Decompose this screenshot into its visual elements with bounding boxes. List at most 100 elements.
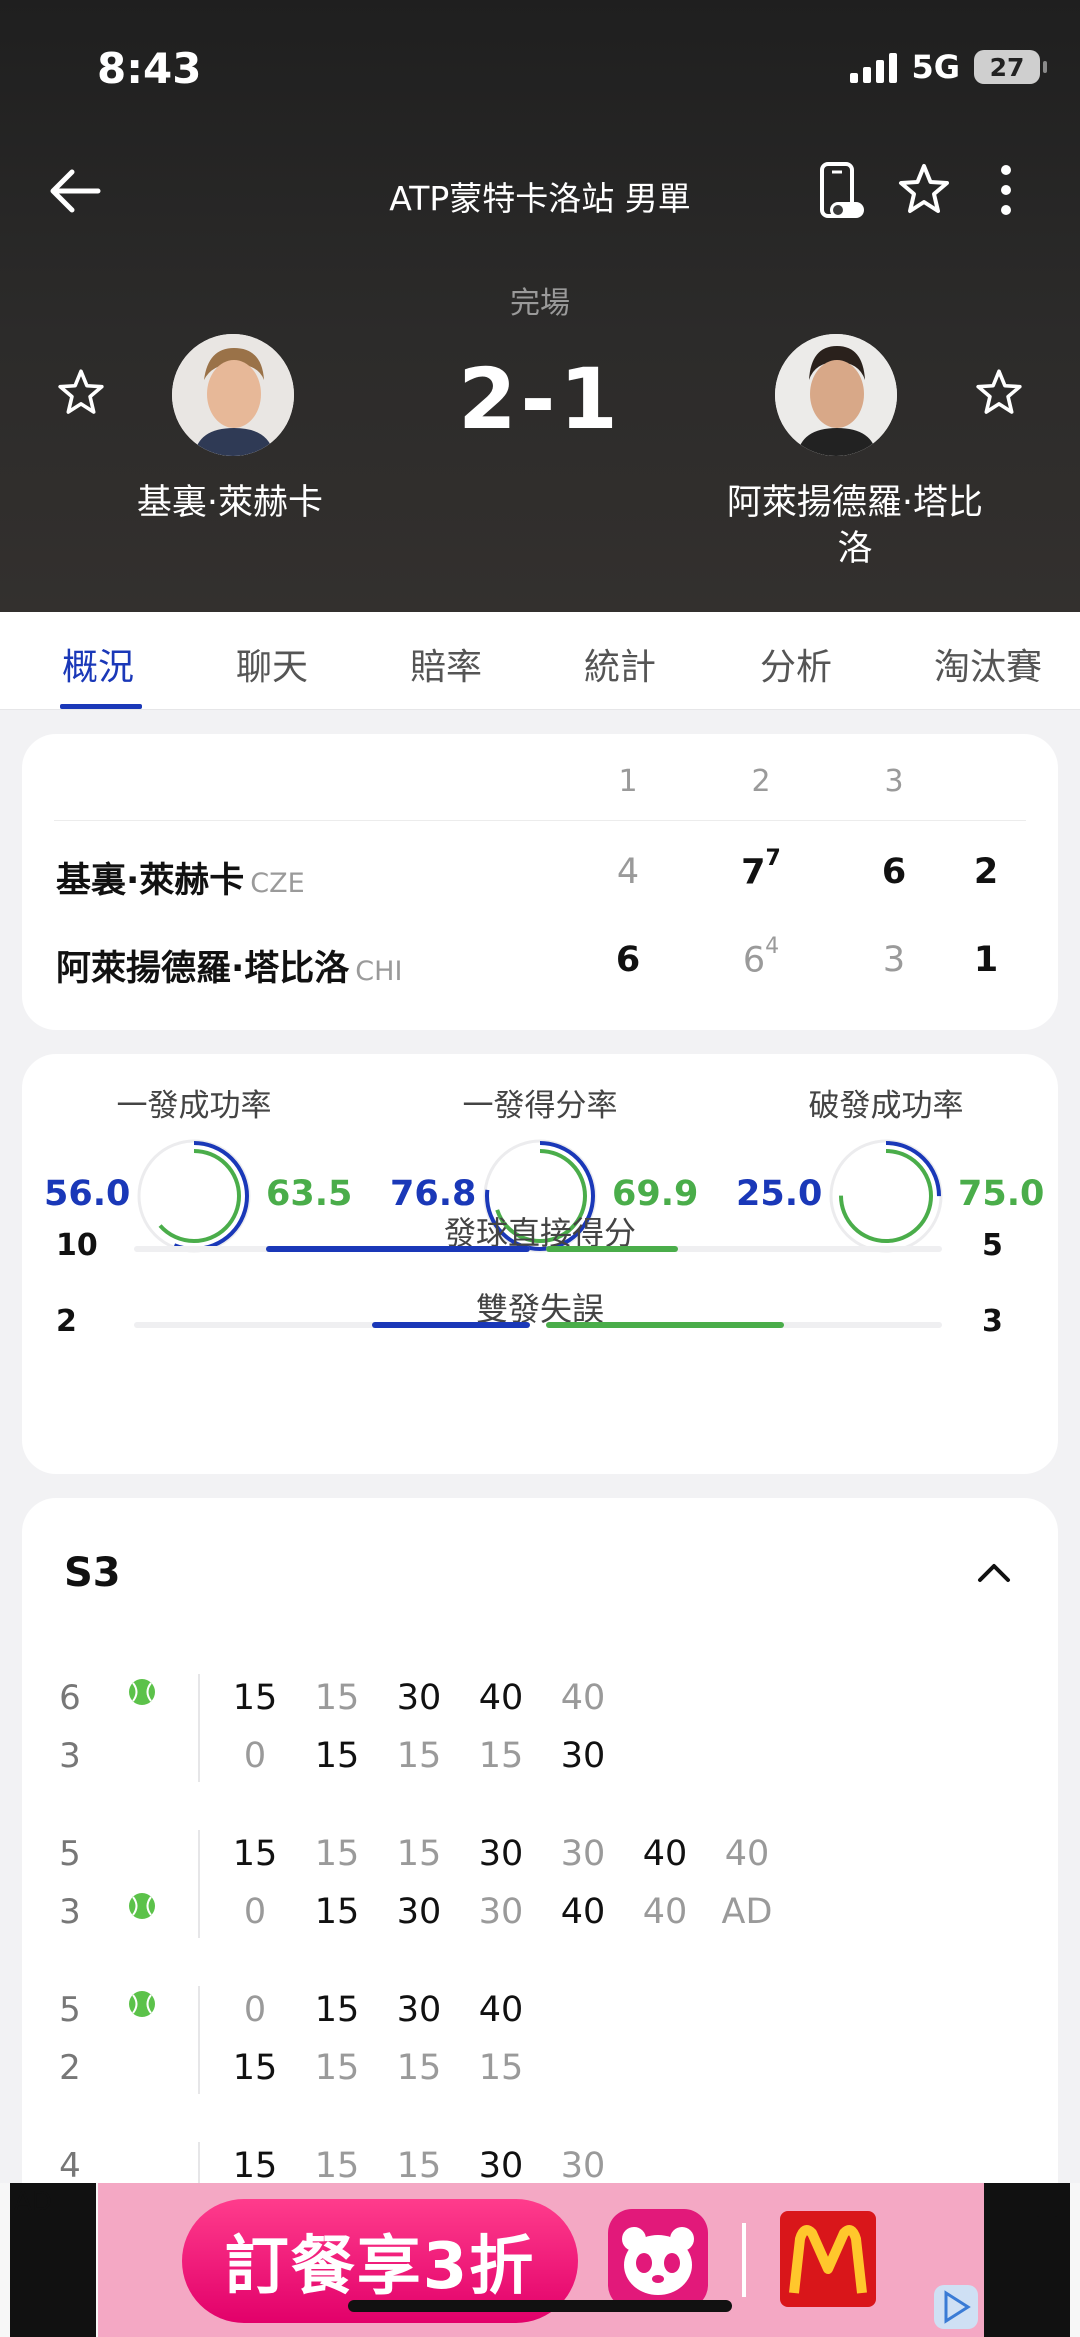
player1-name[interactable]: 基裏·萊赫卡 [100,480,360,526]
bar-value-player1: 2 [56,1304,77,1339]
point-score: 15 [396,2048,442,2088]
point-score: 15 [232,2048,278,2088]
set-score: 3 [882,940,906,980]
games-count: 3 [59,1736,81,1776]
mcdonalds-logo-icon [780,2211,876,2307]
divider [54,820,1026,821]
tab-stats[interactable]: 統計 [584,638,656,690]
player-photo-icon [775,334,897,456]
ad-choices-icon[interactable] [934,2285,978,2329]
tab-odds[interactable]: 賠率 [410,638,482,690]
player1-avatar[interactable] [172,334,294,456]
set-score: 77 [741,846,781,893]
match-status: 完場 [510,286,570,321]
favorite-player1-button[interactable] [52,364,110,422]
collapse-button[interactable] [974,1556,1014,1586]
set-header-1: 1 [618,764,638,799]
tab-analysis[interactable]: 分析 [760,638,832,690]
tab-overview[interactable]: 概況 [62,638,134,690]
stat-title: 一發得分率 [462,1088,618,1124]
foodpanda-logo-icon [608,2209,708,2309]
point-score: 15 [314,1892,360,1932]
home-indicator [348,2300,732,2312]
point-score: 15 [478,2048,524,2088]
phone-toggle-icon [820,162,864,218]
point-score: 40 [560,1892,606,1932]
tab-chat[interactable]: 聊天 [236,638,308,690]
ad-banner[interactable]: 訂餐享3折 AD [0,2183,1080,2337]
ad-separator [742,2223,746,2297]
point-score: 40 [642,1892,688,1932]
chevron-up-icon [978,1564,1010,1582]
signal-icon [850,51,898,83]
point-score: 30 [478,1892,524,1932]
point-score: 15 [314,1678,360,1718]
tab-knockout[interactable]: 淘汰賽 [934,638,1042,690]
point-score: 40 [478,1990,524,2030]
point-score: AD [721,1892,773,1932]
favorite-player2-button[interactable] [970,364,1028,422]
point-score: 15 [314,1736,360,1776]
set-header-3: 3 [884,764,904,799]
player-name: 阿萊揚德羅·塔比洛 [56,949,350,989]
point-score: 0 [243,1990,267,2030]
point-score: 40 [642,1834,688,1874]
point-score: 15 [478,1736,524,1776]
phone-toggle-button[interactable] [808,158,872,222]
point-score: 30 [560,1834,606,1874]
star-icon [976,369,1022,414]
game-row: 6 15 15 30 40 40 [22,1678,1058,1728]
total-sets: 2 [973,852,999,892]
point-score: 15 [232,2146,278,2186]
game-row: 5 0 15 30 40 [22,1990,1058,2040]
point-score: 15 [314,1990,360,2030]
point-score: 30 [478,1834,524,1874]
set-title: S3 [64,1550,121,1596]
point-score: 15 [314,1834,360,1874]
games-count: 4 [59,2146,81,2186]
battery-icon: 27 [974,50,1047,84]
active-tab-indicator [60,704,142,709]
set-score: 4 [616,852,640,892]
point-score: 30 [396,1678,442,1718]
player-row-name[interactable]: 基裏·萊赫卡 CZE [56,852,305,903]
point-score: 0 [243,1892,267,1932]
star-icon [58,369,104,414]
status-time: 8:43 [97,44,202,93]
point-score: 15 [314,2048,360,2088]
ad-close-button[interactable] [1030,2189,1064,2223]
point-score: 15 [396,1736,442,1776]
player2-name[interactable]: 阿萊揚德羅·塔比 洛 [705,480,1005,572]
set-header-2: 2 [751,764,771,799]
games-count: 5 [59,1990,81,2030]
ad-image[interactable]: 訂餐享3折 [98,2183,984,2337]
tennis-ball-icon [128,1990,156,2018]
player-name: 基裏·萊赫卡 [56,861,245,901]
games-count: 6 [59,1678,81,1718]
player-row-name[interactable]: 阿萊揚德羅·塔比洛 CHI [56,940,402,991]
bar-fill-player2 [546,1246,678,1252]
point-score: 30 [560,2146,606,2186]
player2-avatar[interactable] [775,334,897,456]
games-count: 3 [59,1892,81,1932]
set-score: 64 [742,934,780,981]
game-row: 3 0 15 30 30 40 40 AD [22,1892,1058,1942]
match-header: 8:43 5G 27 ATP蒙特卡洛站 男單 完場 2-1 基裏·萊赫卡 阿萊揚… [0,0,1080,612]
point-score: 40 [478,1678,524,1718]
country-code: CZE [250,868,305,899]
games-count: 5 [59,1834,81,1874]
network-label: 5G [911,48,960,86]
status-bar-right: 5G 27 [850,48,1047,86]
favorite-match-button[interactable] [892,158,956,222]
country-code: CHI [355,956,403,987]
point-score: 0 [243,1736,267,1776]
bar-fill-player1 [371,1322,530,1328]
more-options-button[interactable] [974,158,1038,222]
point-score: 30 [396,1990,442,2030]
tennis-ball-icon [128,1892,156,1920]
game-row: 2 15 15 15 15 [22,2048,1058,2098]
set-score: 6 [881,852,907,892]
total-sets: 1 [973,940,999,980]
stat-title: 破發成功率 [808,1088,964,1124]
tiebreak-score: 7 [765,846,781,871]
